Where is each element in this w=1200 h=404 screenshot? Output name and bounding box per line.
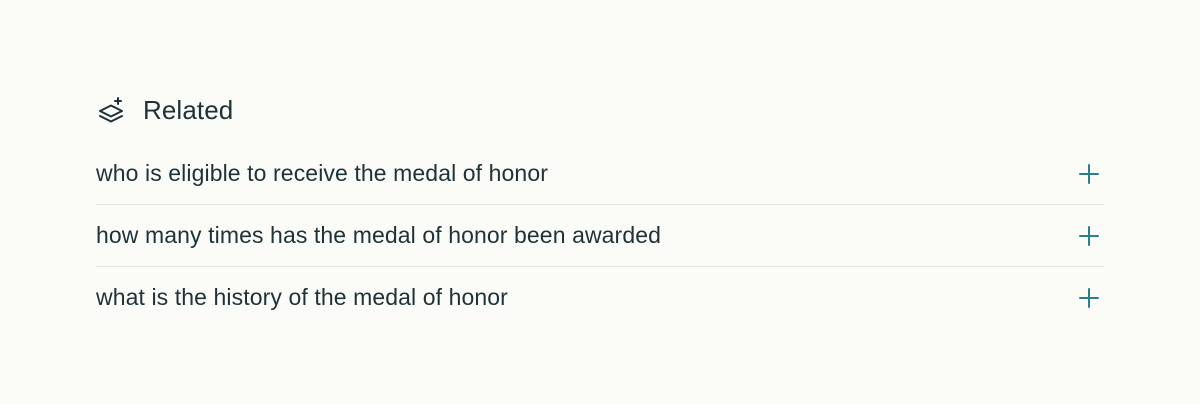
related-item[interactable]: what is the history of the medal of hono… — [96, 267, 1104, 328]
plus-icon[interactable] — [1078, 287, 1100, 309]
related-title: Related — [143, 94, 234, 125]
layers-sparkle-icon — [97, 95, 127, 125]
related-header: Related — [96, 93, 1104, 127]
related-item[interactable]: who is eligible to receive the medal of … — [96, 143, 1104, 205]
related-list: who is eligible to receive the medal of … — [96, 143, 1104, 328]
plus-icon[interactable] — [1078, 163, 1100, 185]
plus-icon[interactable] — [1078, 225, 1100, 247]
related-section: Related who is eligible to receive the m… — [96, 93, 1104, 328]
related-item-label[interactable]: what is the history of the medal of hono… — [96, 284, 508, 311]
related-item-label[interactable]: who is eligible to receive the medal of … — [96, 160, 548, 187]
related-item-label[interactable]: how many times has the medal of honor be… — [96, 222, 661, 249]
related-item[interactable]: how many times has the medal of honor be… — [96, 205, 1104, 267]
